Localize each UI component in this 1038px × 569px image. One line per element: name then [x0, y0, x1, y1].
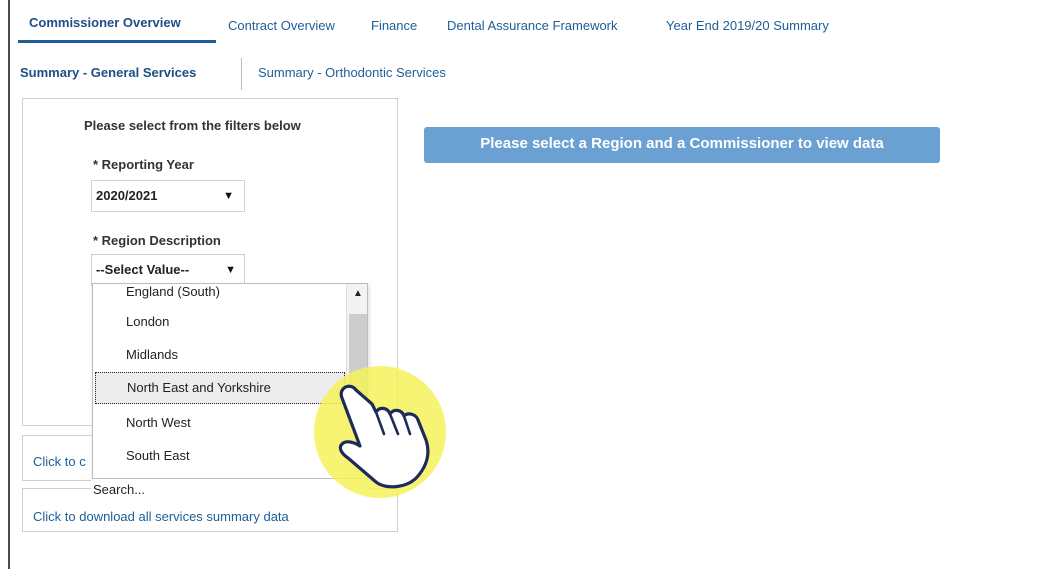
scroll-up-arrow-icon[interactable]: ▲ — [347, 288, 367, 304]
tab-dental-assurance-framework[interactable]: Dental Assurance Framework — [447, 18, 618, 33]
reporting-year-label: * Reporting Year — [93, 157, 194, 172]
subtab-general-services[interactable]: Summary - General Services — [20, 65, 196, 80]
reporting-year-select[interactable]: 2020/2021 ▼ — [91, 180, 245, 212]
hand-pointer-icon — [314, 366, 446, 498]
download-all-services-link[interactable]: Click to download all services summary d… — [33, 509, 289, 524]
download-link-partial[interactable]: Click to c — [33, 454, 86, 469]
tab-commissioner-overview[interactable]: Commissioner Overview — [29, 15, 181, 30]
tab-year-end-summary[interactable]: Year End 2019/20 Summary — [666, 18, 829, 33]
region-description-label: * Region Description — [93, 233, 221, 248]
subtab-orthodontic-services[interactable]: Summary - Orthodontic Services — [258, 65, 446, 80]
active-tab-underline — [18, 40, 216, 43]
region-description-select[interactable]: --Select Value-- ▼ — [91, 254, 245, 286]
select-region-message-button: Please select a Region and a Commissione… — [424, 127, 940, 163]
subtab-separator — [241, 58, 242, 90]
dropdown-option-england-south[interactable]: England (South) — [93, 284, 345, 308]
tab-finance[interactable]: Finance — [371, 18, 417, 33]
dropdown-option-london[interactable]: London — [93, 306, 345, 338]
tab-contract-overview[interactable]: Contract Overview — [228, 18, 335, 33]
region-description-value: --Select Value-- — [96, 262, 190, 277]
left-border-line — [8, 0, 10, 569]
chevron-down-icon: ▼ — [223, 190, 234, 202]
chevron-down-icon: ▼ — [225, 264, 236, 276]
filter-panel-title: Please select from the filters below — [84, 118, 301, 133]
reporting-year-value: 2020/2021 — [96, 188, 158, 203]
